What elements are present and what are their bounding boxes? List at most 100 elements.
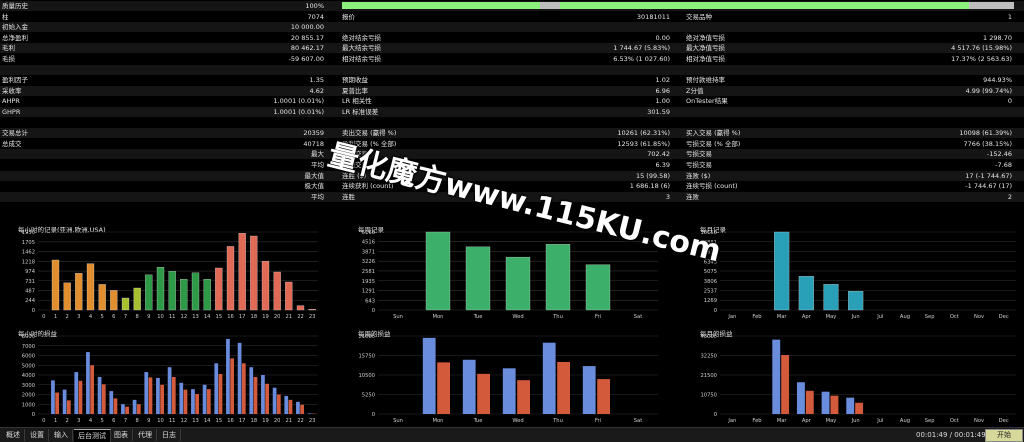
start-button[interactable]: 开始 bbox=[985, 429, 1023, 442]
stats-value: 1.35 bbox=[200, 75, 324, 85]
stats-value bbox=[200, 118, 324, 128]
x-tick-label: Fri bbox=[595, 418, 601, 424]
x-tick-label: 5 bbox=[101, 418, 104, 424]
x-tick-label: Sat bbox=[634, 314, 643, 320]
stats-value: 80 462.17 bbox=[200, 43, 324, 53]
stats-label: 最大结余亏损 bbox=[342, 43, 472, 53]
stats-value: 2 bbox=[860, 192, 1012, 202]
bar bbox=[149, 377, 153, 414]
bar bbox=[114, 398, 118, 414]
stats-label: 交易总计 bbox=[2, 128, 132, 138]
x-tick-label: 1 bbox=[54, 314, 57, 320]
stats-label bbox=[2, 65, 132, 75]
stats-value: 1 298.70 bbox=[860, 33, 1012, 43]
bar bbox=[597, 379, 610, 414]
y-tick-label: 1218 bbox=[22, 259, 35, 265]
tab-journal[interactable]: 日志 bbox=[158, 429, 181, 441]
bar bbox=[230, 358, 234, 414]
bar bbox=[831, 396, 839, 414]
tab-settings[interactable]: 设置 bbox=[26, 429, 49, 441]
bar bbox=[180, 279, 187, 310]
stats-label bbox=[342, 118, 472, 128]
stats-label bbox=[2, 118, 132, 128]
y-tick-label: 1291 bbox=[362, 288, 375, 294]
y-tick-label: 643 bbox=[365, 298, 375, 304]
stats-label bbox=[686, 107, 816, 117]
bar bbox=[109, 391, 113, 414]
bar bbox=[99, 284, 106, 310]
bar bbox=[121, 404, 125, 414]
x-tick-label: 21 bbox=[286, 314, 293, 320]
bar bbox=[296, 402, 300, 414]
bar bbox=[191, 389, 195, 414]
stats-label: 相对净值亏损 bbox=[686, 54, 816, 64]
x-tick-label: 6 bbox=[112, 314, 115, 320]
stats-label: 连败 bbox=[686, 192, 816, 202]
stats-label: OnTester结果 bbox=[686, 96, 816, 106]
x-tick-label: 2 bbox=[66, 314, 69, 320]
bar bbox=[184, 390, 188, 414]
x-tick-label: Aug bbox=[900, 418, 910, 424]
bar bbox=[503, 368, 516, 414]
stats-value: 最大 bbox=[200, 149, 324, 159]
stats-row: 总成交40718盈利交易 (% 全部)12593 (61.85%)亏损交易 (%… bbox=[0, 139, 1024, 149]
stats-value: 0.00 bbox=[530, 33, 670, 43]
chart-svg: 010750215003225043000JanFebMarAprMayJunJ… bbox=[686, 326, 1020, 426]
bar bbox=[242, 363, 246, 414]
stats-label: 质量历史 bbox=[2, 1, 132, 11]
tab-backtest[interactable]: 后台测试 bbox=[74, 429, 111, 442]
stats-label bbox=[686, 65, 816, 75]
x-tick-label: 4 bbox=[89, 418, 93, 424]
stats-label bbox=[2, 171, 132, 181]
bar bbox=[144, 372, 148, 414]
stats-row: 采收率4.62夏普比率6.96Z分值4.99 (99.74%) bbox=[0, 86, 1024, 96]
y-tick-label: 1705 bbox=[22, 240, 35, 246]
x-tick-label: Feb bbox=[752, 314, 762, 320]
y-tick-label: 15750 bbox=[358, 354, 375, 360]
x-tick-label: 10 bbox=[157, 314, 164, 320]
bar bbox=[273, 388, 277, 414]
bar bbox=[543, 343, 556, 414]
bar bbox=[824, 284, 839, 310]
stats-value: 4.62 bbox=[200, 86, 324, 96]
stats-value: 12593 (61.85%) bbox=[530, 139, 670, 149]
x-tick-label: 19 bbox=[262, 314, 269, 320]
tab-inputs[interactable]: 输入 bbox=[50, 429, 73, 441]
bar bbox=[195, 394, 199, 414]
x-tick-label: 9 bbox=[147, 314, 150, 320]
bar bbox=[774, 232, 789, 310]
y-tick-label: 8000 bbox=[22, 334, 35, 340]
x-tick-label: 23 bbox=[309, 418, 316, 424]
x-tick-label: 9 bbox=[147, 418, 150, 424]
x-tick-label: Feb bbox=[752, 418, 762, 424]
stats-label: 绝对净值亏损 bbox=[686, 33, 816, 43]
stats-label: 交易品种 bbox=[686, 12, 816, 22]
quality-gap-2 bbox=[969, 2, 1014, 9]
bar bbox=[169, 271, 176, 310]
chart-panel: 每月记录0126925373806507563437612888110150Ja… bbox=[686, 222, 1020, 322]
stats-value: 最大值 bbox=[200, 171, 324, 181]
x-tick-label: Jan bbox=[727, 418, 736, 424]
x-tick-label: 6 bbox=[112, 418, 115, 424]
x-tick-label: 14 bbox=[204, 418, 211, 424]
bar bbox=[192, 273, 199, 310]
stats-value: 20 855.17 bbox=[200, 33, 324, 43]
bar bbox=[781, 355, 789, 414]
stats-value bbox=[530, 65, 670, 75]
bar bbox=[249, 367, 253, 414]
x-tick-label: Jul bbox=[876, 314, 883, 320]
tab-graph[interactable]: 图表 bbox=[110, 429, 133, 441]
x-tick-label: 20 bbox=[274, 314, 281, 320]
bar bbox=[466, 247, 490, 310]
stats-value bbox=[860, 118, 1012, 128]
bar bbox=[110, 290, 117, 310]
bar bbox=[207, 389, 211, 414]
stats-label: 夏普比率 bbox=[342, 86, 472, 96]
y-tick-label: 0 bbox=[714, 308, 717, 314]
stats-value: 40718 bbox=[200, 139, 324, 149]
x-tick-label: 4 bbox=[89, 314, 93, 320]
tab-overview[interactable]: 概述 bbox=[2, 429, 25, 441]
tab-agents[interactable]: 代理 bbox=[134, 429, 157, 441]
bar bbox=[546, 244, 570, 310]
x-tick-label: 17 bbox=[239, 314, 246, 320]
